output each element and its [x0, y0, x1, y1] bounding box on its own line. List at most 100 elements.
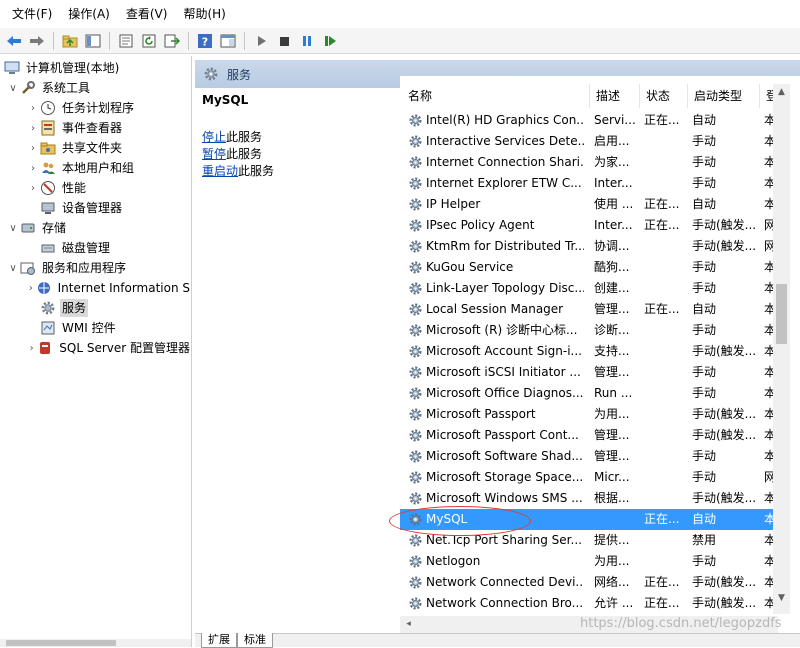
service-status-cell: 正在...: [644, 113, 680, 127]
collapsed-chevron-icon[interactable]: ›: [26, 178, 40, 198]
table-row[interactable]: Microsoft Passport Cont... 管理... 手动(触发... 本: [400, 425, 776, 446]
expanded-chevron-icon[interactable]: ∨: [6, 258, 20, 278]
table-row[interactable]: Local Session Manager 管理... 正在... 自动本: [400, 299, 776, 320]
tree-item[interactable]: › 任务计划程序: [0, 98, 191, 118]
column-description[interactable]: 描述: [590, 84, 640, 108]
stop-icon[interactable]: [274, 31, 294, 51]
tree-item[interactable]: › SQL Server 配置管理器: [0, 338, 191, 358]
table-row-selected[interactable]: MySQL 正在... 自动本: [400, 509, 776, 530]
table-row[interactable]: IPsec Policy Agent Inter... 正在... 手动(触发... 网: [400, 215, 776, 236]
table-row[interactable]: KuGou Service 酷狗... 手动本: [400, 257, 776, 278]
users-icon: [40, 160, 56, 176]
table-row[interactable]: Net.Tcp Port Sharing Ser... 提供... 禁用本: [400, 530, 776, 551]
collapsed-chevron-icon[interactable]: ›: [26, 278, 36, 298]
table-row[interactable]: KtmRm for Distributed Tr... 协调... 手动(触发...…: [400, 236, 776, 257]
collapsed-chevron-icon[interactable]: ›: [26, 118, 40, 138]
scroll-up-arrow[interactable]: ▲: [773, 84, 790, 101]
menu-help[interactable]: 帮助(H): [175, 0, 233, 28]
service-startup-cell: 手动: [692, 155, 717, 169]
vertical-scrollbar[interactable]: ▲ ▼: [773, 84, 790, 614]
table-row[interactable]: Link-Layer Topology Disc... 创建... 手动本: [400, 278, 776, 299]
tree-item[interactable]: 服务: [0, 298, 191, 318]
properties-icon[interactable]: [116, 31, 136, 51]
tree-horizontal-scrollbar[interactable]: [0, 639, 191, 647]
table-row[interactable]: Microsoft Software Shad... 管理... 手动本: [400, 446, 776, 467]
table-row[interactable]: Interactive Services Dete... 启用... 手动本: [400, 131, 776, 152]
tree-item-label: WMI 控件: [62, 321, 116, 335]
menu-file[interactable]: 文件(F): [4, 0, 60, 28]
column-startup-type[interactable]: 启动类型: [688, 84, 760, 108]
menu-action[interactable]: 操作(A): [60, 0, 118, 28]
tree-item[interactable]: ∨ 系统工具: [0, 78, 191, 98]
table-row[interactable]: Microsoft Account Sign-i... 支持... 手动(触发...…: [400, 341, 776, 362]
service-startup-cell: 手动: [692, 323, 717, 337]
table-row[interactable]: Microsoft Office Diagnos... Run ... 手动本: [400, 383, 776, 404]
collapsed-chevron-icon[interactable]: ›: [26, 158, 40, 178]
scrollbar-thumb[interactable]: [776, 284, 787, 344]
tree-item[interactable]: 设备管理器: [0, 198, 191, 218]
expanded-chevron-icon[interactable]: ∨: [6, 78, 20, 98]
show-pane-icon[interactable]: [218, 31, 238, 51]
service-startup-cell: 手动: [692, 260, 717, 274]
table-row[interactable]: Network Connected Devi... 网络... 正在... 手动(触发…: [400, 572, 776, 593]
stop-service-link[interactable]: 停止: [202, 130, 226, 144]
resume-icon[interactable]: [320, 31, 340, 51]
collapsed-chevron-icon[interactable]: ›: [26, 338, 37, 358]
service-description-cell: 诊断...: [594, 323, 630, 337]
selected-service-name: MySQL: [202, 93, 249, 107]
service-name-cell: Internet Connection Shari...: [408, 152, 584, 173]
pause-icon[interactable]: [297, 31, 317, 51]
tree-item[interactable]: ∨ 服务和应用程序: [0, 258, 191, 278]
tree-item[interactable]: 磁盘管理: [0, 238, 191, 258]
scrollbar-thumb[interactable]: [6, 640, 116, 646]
tab-standard[interactable]: 标准: [237, 633, 273, 648]
collapsed-chevron-icon[interactable]: ›: [26, 98, 40, 118]
tree-item[interactable]: › 本地用户和组: [0, 158, 191, 178]
start-icon[interactable]: [251, 31, 271, 51]
table-row[interactable]: Intel(R) HD Graphics Con... Servi... 正在...…: [400, 110, 776, 131]
services-list: 名称 描述 状态 启动类型 登 Intel(R) HD Graphics Con…: [400, 76, 800, 633]
expanded-chevron-icon[interactable]: ∨: [6, 218, 20, 238]
collapsed-chevron-icon[interactable]: ›: [26, 138, 40, 158]
show-tree-icon[interactable]: [83, 31, 103, 51]
tree-item[interactable]: › Internet Information S: [0, 278, 191, 298]
tree-item[interactable]: › 事件查看器: [0, 118, 191, 138]
service-description-cell: [594, 509, 638, 530]
table-row[interactable]: Microsoft (R) 诊断中心标... 诊断... 手动本: [400, 320, 776, 341]
service-gear-icon: [408, 449, 426, 464]
back-icon[interactable]: [4, 31, 24, 51]
tree-item[interactable]: WMI 控件: [0, 318, 191, 338]
tree-item[interactable]: ∨ 存储: [0, 218, 191, 238]
restart-service-link[interactable]: 重启动: [202, 164, 238, 178]
up-folder-icon[interactable]: [60, 31, 80, 51]
column-name[interactable]: 名称: [402, 84, 590, 108]
table-row[interactable]: Internet Connection Shari... 为家... 手动本: [400, 152, 776, 173]
service-gear-icon: [408, 155, 426, 170]
export-icon[interactable]: [162, 31, 182, 51]
pause-service-link[interactable]: 暂停: [202, 147, 226, 161]
tree-item[interactable]: 计算机管理(本地): [0, 58, 191, 78]
tree-item[interactable]: › 性能: [0, 178, 191, 198]
service-name-cell: Microsoft Account Sign-i...: [408, 341, 584, 362]
column-status[interactable]: 状态: [640, 84, 688, 108]
refresh-icon[interactable]: [139, 31, 159, 51]
tree-item-label: 服务: [60, 299, 89, 317]
table-row[interactable]: IP Helper 使用 ... 正在... 自动本: [400, 194, 776, 215]
forward-icon[interactable]: [27, 31, 47, 51]
table-row[interactable]: Internet Explorer ETW C... Inter... 手动本: [400, 173, 776, 194]
help-icon[interactable]: ?: [195, 31, 215, 51]
scroll-down-arrow[interactable]: ▼: [773, 590, 790, 607]
restart-action-line: 重启动此服务: [202, 162, 274, 179]
tree-item[interactable]: › 共享文件夹: [0, 138, 191, 158]
tree-item-label: 本地用户和组: [62, 161, 135, 175]
table-row[interactable]: Microsoft Windows SMS ... 根据... 手动(触发... 本: [400, 488, 776, 509]
table-row[interactable]: Microsoft Passport 为用... 手动(触发... 本: [400, 404, 776, 425]
table-row[interactable]: Microsoft iSCSI Initiator ... 管理... 手动本: [400, 362, 776, 383]
table-row[interactable]: Microsoft Storage Space... Micr... 手动网: [400, 467, 776, 488]
table-row[interactable]: Netlogon 为用... 手动本: [400, 551, 776, 572]
table-row[interactable]: Network Connection Bro... 允许 ... 正在... 手动(触…: [400, 593, 776, 614]
scroll-left-arrow[interactable]: ◂: [400, 616, 417, 633]
menu-view[interactable]: 查看(V): [118, 0, 176, 28]
service-status-cell: [644, 383, 690, 404]
tab-extended[interactable]: 扩展: [201, 633, 237, 648]
